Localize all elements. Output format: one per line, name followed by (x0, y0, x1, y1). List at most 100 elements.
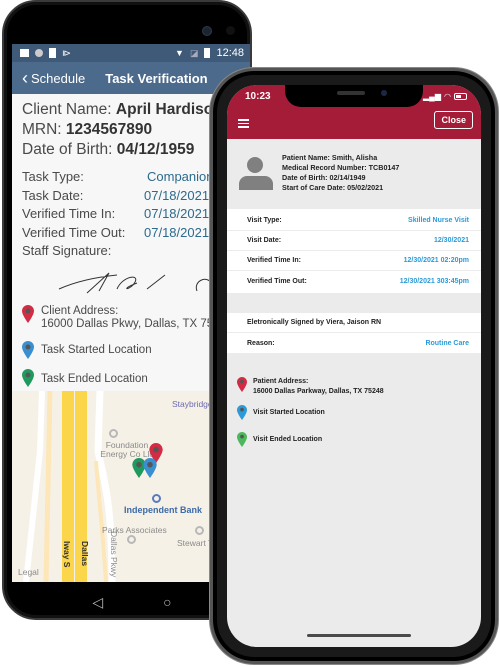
stage: ⧐ ▼ ◪ 12:48 ‹ Schedule Task Verification… (0, 0, 500, 667)
patient-summary: Patient Name: Smith, Alisha Medical Reco… (227, 139, 481, 209)
image-icon (20, 49, 29, 57)
visit-ended-label: Visit Ended Location (253, 436, 323, 443)
reason-label: Reason: (247, 339, 275, 347)
task-type-label: Task Type: (22, 169, 84, 184)
hamburger-menu-icon[interactable] (238, 119, 249, 130)
time-out-value: 07/18/2021 (144, 224, 210, 240)
task-ended-label: Task Ended Location (41, 372, 148, 385)
iphone: 10:23 ▂▄▆ ◠ Close Patient Name: Smith, A… (210, 68, 498, 664)
visit-date-value: 12/30/2021 (433, 237, 469, 244)
visit-row: Visit Date: 12/30/2021 (227, 231, 481, 251)
verified-time-out-value: 12/30/2021 303:45pm (399, 277, 469, 285)
iphone-screen: 10:23 ▂▄▆ ◠ Close Patient Name: Smith, A… (227, 85, 481, 647)
sensor-icon (226, 26, 235, 35)
red-map-pin-icon (237, 377, 247, 392)
verified-time-in-label: Verified Time In: (247, 257, 301, 264)
time-in-value: 07/18/2021 (144, 206, 210, 221)
signed-by-row: Eletronically Signed by Viera, Jaison RN (227, 313, 481, 333)
page-title: Task Verification (105, 70, 208, 86)
location-legend: Patient Address: 16000 Dallas Parkway, Da… (227, 361, 481, 447)
dob-value: 04/12/1959 (116, 141, 195, 158)
no-signal-icon: ◪ (189, 47, 199, 58)
back-triangle-icon[interactable]: ◁ (92, 594, 103, 611)
task-type-value: Companion (147, 169, 214, 184)
reason-row: Reason: Routine Care (227, 333, 481, 353)
signed-by-text: Eletronically Signed by Viera, Jaison RN (247, 319, 382, 326)
client-dob: Date of Birth: 04/12/1959 (22, 140, 242, 160)
blue-map-pin-icon (237, 405, 247, 420)
visit-details-card: Visit Type: Skilled Nurse Visit Visit Dat… (227, 209, 481, 293)
green-map-pin-icon (237, 432, 247, 447)
wifi-icon: ◠ (444, 92, 451, 101)
task-fields: Task Type: Companion Task Date: 07/18/2021… (22, 168, 242, 261)
red-map-pin-icon (22, 304, 34, 323)
map-label-road: lway S (62, 541, 72, 568)
patient-soc: Start of Care Date: 05/02/2021 (282, 183, 384, 192)
task-ended-item: Task Ended Location (22, 368, 242, 387)
speaker (337, 91, 365, 95)
reason-value: Routine Care (425, 339, 469, 347)
patient-dob: Date of Birth: 02/14/1949 (282, 173, 366, 182)
patient-address-value: 16000 Dallas Parkway, Dallas, TX 75248 (253, 388, 384, 395)
verified-time-in-value: 12/30/2021 02:20pm (403, 257, 469, 264)
android-status-bar: ⧐ ▼ ◪ 12:48 (12, 44, 250, 62)
client-address-value: 16000 Dallas Pkwy, Dallas, TX 75248 (41, 317, 233, 330)
patient-address-label: Patient Address: (253, 378, 309, 385)
visit-type-value: Skilled Nurse Visit (408, 217, 469, 224)
dob-label: Date of Birth: (22, 141, 117, 158)
task-date-label: Task Date: (22, 187, 84, 203)
visit-date-label: Visit Date: (247, 237, 282, 244)
front-camera-icon (381, 90, 387, 96)
visit-row: Visit Type: Skilled Nurse Visit (227, 211, 481, 231)
visit-started-item: Visit Started Location (237, 405, 481, 420)
mrn-label: MRN: (22, 121, 66, 138)
signature-card: Eletronically Signed by Viera, Jaison RN… (227, 313, 481, 353)
patient-name: Patient Name: Smith, Alisha (282, 153, 378, 162)
notch (285, 85, 423, 107)
cast-icon: ⧐ (62, 47, 71, 58)
signature-label: Staff Signature: (22, 243, 112, 258)
battery-icon (454, 93, 467, 100)
task-row: Task Date: 07/18/2021 (22, 187, 242, 206)
mrn-value: 1234567890 (65, 121, 153, 138)
android-time: 12:48 (216, 47, 244, 59)
verified-time-out-label: Verified Time Out: (247, 277, 307, 285)
map-label-bank: Independent Bank (124, 505, 203, 515)
iphone-time: 10:23 (245, 91, 271, 102)
visit-type-label: Visit Type: (247, 217, 282, 224)
client-mrn: MRN: 1234567890 (22, 120, 242, 140)
iphone-status-icons: ▂▄▆ ◠ (423, 92, 467, 101)
battery-charging-icon (204, 48, 211, 58)
client-name-label: Client Name: (22, 101, 116, 118)
blue-map-pin-icon (22, 340, 34, 359)
map-label-road: Dallas Pkwy (109, 531, 119, 578)
camera-icon (202, 26, 212, 36)
client-address-item: Client Address: 16000 Dallas Pkwy, Dallas… (22, 304, 242, 331)
avatar-icon (237, 157, 273, 193)
close-button[interactable]: Close (434, 111, 473, 129)
task-date-value: 07/18/2021 (144, 187, 210, 203)
task-row: Task Type: Companion (22, 168, 242, 187)
patient-info: Patient Name: Smith, Alisha Medical Reco… (282, 153, 399, 193)
wifi-icon: ▼ (175, 48, 184, 58)
poi-icon (127, 535, 136, 544)
task-started-item: Task Started Location (22, 340, 242, 359)
map-label-road: Dallas (80, 541, 90, 567)
map-label-legal[interactable]: Legal (18, 567, 39, 577)
back-button[interactable]: ‹ Schedule (22, 69, 85, 87)
blue-map-marker-icon[interactable] (143, 458, 157, 478)
task-row: Verified Time Out: 07/18/2021 (22, 224, 242, 243)
task-row: Verified Time In: 07/18/2021 (22, 205, 242, 224)
home-circle-icon[interactable]: ○ (163, 594, 171, 610)
visit-started-label: Visit Started Location (253, 409, 325, 416)
poi-icon (109, 429, 118, 438)
client-name: Client Name: April Hardison (22, 100, 242, 120)
green-map-pin-icon (22, 368, 34, 387)
time-out-label: Verified Time Out: (22, 224, 126, 240)
home-indicator[interactable] (307, 634, 411, 637)
bank-icon (152, 494, 161, 503)
client-name-value: April Hardison (115, 101, 223, 118)
task-started-label: Task Started Location (41, 343, 152, 356)
sim-icon (49, 48, 56, 58)
